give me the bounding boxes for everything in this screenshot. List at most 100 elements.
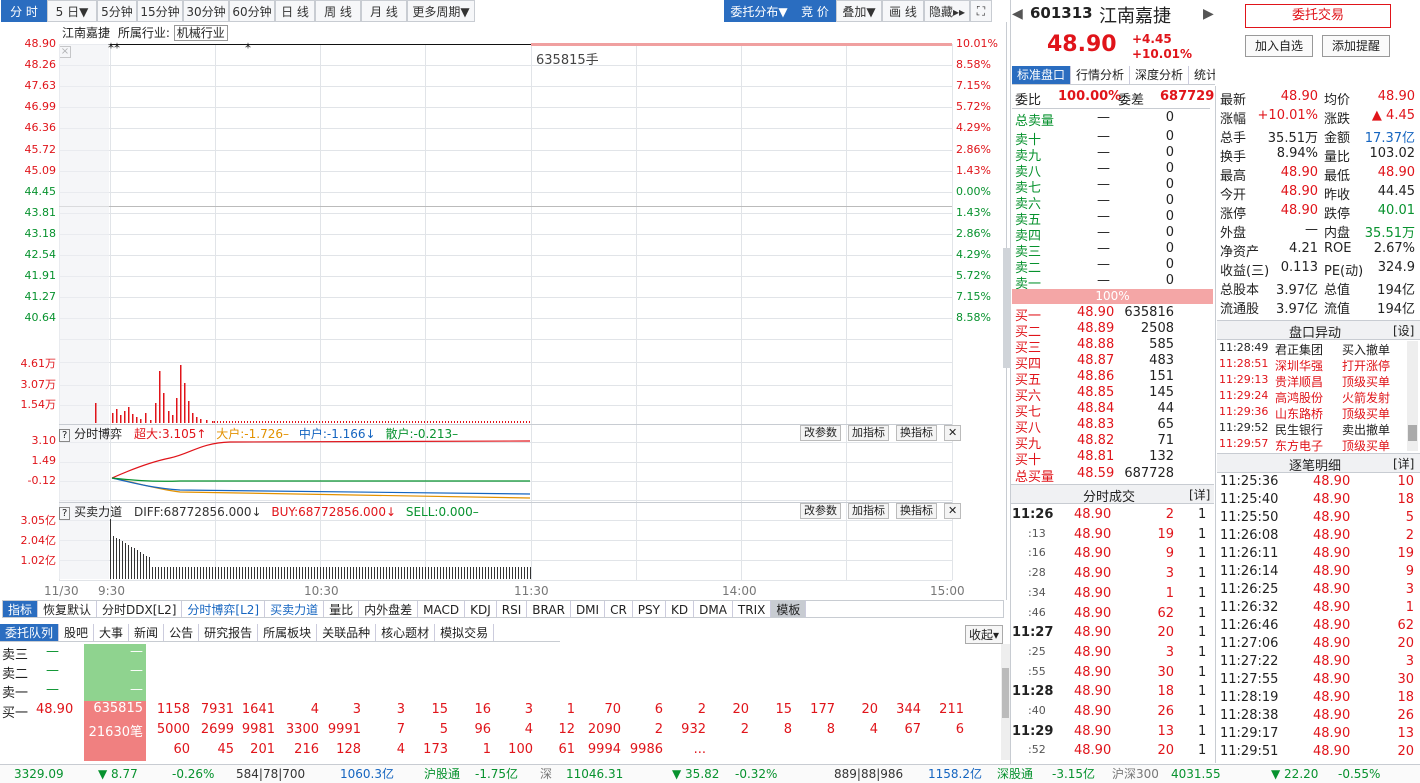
period-tab-0[interactable]: 分 时 — [1, 0, 47, 22]
trade-vol: 3 — [1165, 566, 1174, 582]
volume-bar — [274, 421, 275, 423]
period-tab-9[interactable]: 更多周期▼ — [407, 0, 475, 22]
game-btn-3[interactable]: ✕ — [944, 425, 962, 441]
queue-sell-vol: — — [84, 644, 146, 663]
bottom-tab-0[interactable]: 委托队列 — [0, 624, 60, 641]
help-icon[interactable]: ? — [59, 429, 71, 442]
trades-detail-link[interactable]: [详] — [1189, 486, 1210, 503]
order-tab-3[interactable]: 统计明细 — [1189, 66, 1215, 84]
trade-button[interactable]: 委托交易 — [1245, 4, 1391, 28]
indicator-tab-4[interactable]: 买卖力道 — [265, 601, 325, 617]
anomaly-stock[interactable]: 东方电子 — [1275, 437, 1323, 454]
order-tab-2[interactable]: 深度分析 — [1130, 66, 1190, 84]
game-btn-1[interactable]: 加指标 — [848, 425, 889, 441]
bottom-tab-7[interactable]: 关联品种 — [317, 624, 377, 641]
indicator-tab-0[interactable]: 指标 — [3, 601, 39, 617]
force-btn-3[interactable]: ✕ — [944, 503, 962, 519]
bottom-tab-1[interactable]: 股吧 — [59, 624, 95, 641]
queue-scrollbar-thumb[interactable] — [1002, 668, 1009, 718]
anomaly-settings-link[interactable]: [设] — [1393, 322, 1414, 339]
force-btn-2[interactable]: 换指标 — [896, 503, 937, 519]
force-btn-1[interactable]: 加指标 — [848, 503, 889, 519]
bottom-tab-4[interactable]: 公告 — [164, 624, 200, 641]
bottom-tab-6[interactable]: 所属板块 — [258, 624, 318, 641]
period-tab-2[interactable]: 5分钟 — [97, 0, 137, 22]
bottom-tab-9[interactable]: 模拟交易 — [435, 624, 495, 641]
anomaly-stock[interactable]: 深圳华强 — [1275, 357, 1323, 374]
indicator-tab-16[interactable]: TRIX — [733, 601, 772, 617]
indicator-tab-1[interactable]: 恢复默认 — [38, 601, 98, 617]
queue-order: 173 — [423, 742, 448, 757]
bottom-tab-3[interactable]: 新闻 — [129, 624, 165, 641]
indicator-tab-9[interactable]: RSI — [497, 601, 528, 617]
indicator-tab-8[interactable]: KDJ — [465, 601, 497, 617]
volume-bar — [475, 421, 476, 423]
anomaly-stock[interactable]: 民生银行 — [1275, 421, 1323, 438]
force-bar — [191, 567, 192, 579]
period-tab-5[interactable]: 60分钟 — [229, 0, 275, 22]
force-bar — [314, 567, 315, 579]
help-icon[interactable]: ? — [59, 507, 71, 520]
stat-value: 48.90 — [1377, 165, 1415, 180]
bottom-tab-2[interactable]: 大事 — [94, 624, 130, 641]
force-btn-0[interactable]: 改参数 — [800, 503, 841, 519]
volume-bar — [116, 409, 118, 423]
anomaly-stock[interactable]: 山东路桥 — [1275, 405, 1323, 422]
wc-label: 委差 — [1118, 93, 1145, 108]
volume-bar — [496, 421, 497, 423]
tool-button-5[interactable]: ⛶ — [970, 0, 992, 22]
indicator-tab-6[interactable]: 内外盘差 — [359, 601, 419, 617]
tick-detail-link[interactable]: [详] — [1393, 455, 1414, 472]
order-tab-1[interactable]: 行情分析 — [1071, 66, 1131, 84]
status-item-7: 深 — [540, 767, 553, 781]
bottom-tab-5[interactable]: 研究报告 — [199, 624, 259, 641]
indicator-tab-3[interactable]: 分时博弈[L2] — [182, 601, 266, 617]
force-tick: 3.05亿 — [20, 514, 57, 527]
next-stock-icon[interactable]: ▶ — [1203, 6, 1214, 22]
period-tab-7[interactable]: 周 线 — [315, 0, 361, 22]
bottom-tab-8[interactable]: 核心题材 — [376, 624, 436, 641]
indicator-tab-17[interactable]: 模板 — [771, 601, 807, 617]
volume-bar — [457, 421, 458, 423]
period-tab-6[interactable]: 日 线 — [275, 0, 315, 22]
anomaly-stock[interactable]: 贵洋顺昌 — [1275, 373, 1323, 390]
anomaly-stock[interactable]: 高鸿股份 — [1275, 389, 1323, 406]
trade-price: 48.90 — [1074, 743, 1112, 759]
indicator-tab-14[interactable]: KD — [666, 601, 695, 617]
collapse-button[interactable]: 收起▾ — [965, 625, 1004, 644]
panel-splitter-icon[interactable] — [1003, 248, 1011, 368]
order-tab-0[interactable]: 标准盘口 — [1012, 66, 1072, 84]
tool-button-2[interactable]: 叠加▼ — [836, 0, 882, 22]
tick-vol: 1 — [1405, 600, 1414, 615]
indicator-tab-15[interactable]: DMA — [694, 601, 733, 617]
indicator-tab-12[interactable]: CR — [605, 601, 633, 617]
period-tab-4[interactable]: 30分钟 — [183, 0, 229, 22]
period-tab-1[interactable]: 5 日▼ — [47, 0, 97, 22]
force-bar — [263, 567, 264, 579]
game-btn-2[interactable]: 换指标 — [896, 425, 937, 441]
force-bar — [116, 538, 117, 579]
force-bar — [329, 567, 330, 579]
indicator-tab-13[interactable]: PSY — [633, 601, 666, 617]
indicator-tab-11[interactable]: DMI — [571, 601, 606, 617]
volume-bar — [331, 421, 332, 423]
anomaly-stock[interactable]: 君正集团 — [1275, 341, 1323, 358]
indicator-tab-5[interactable]: 量比 — [324, 601, 360, 617]
indicator-tab-7[interactable]: MACD — [418, 601, 466, 617]
indicator-tab-10[interactable]: BRAR — [527, 601, 571, 617]
add-watchlist-button[interactable]: 加入自选 — [1245, 35, 1313, 57]
sell-level-price: — — [1097, 209, 1110, 224]
period-tab-8[interactable]: 月 线 — [361, 0, 407, 22]
add-alert-button[interactable]: 添加提醒 — [1322, 35, 1390, 57]
period-tab-3[interactable]: 15分钟 — [137, 0, 183, 22]
prev-stock-icon[interactable]: ◀ — [1012, 6, 1023, 22]
stat-label: 最新 — [1220, 93, 1247, 108]
total-buy-price: 48.59 — [1077, 466, 1115, 481]
tool-button-1[interactable]: 竞 价 — [794, 0, 836, 22]
anomaly-scrollbar-thumb[interactable] — [1408, 425, 1417, 441]
tool-button-4[interactable]: 隐藏▸▸ — [924, 0, 970, 22]
game-btn-0[interactable]: 改参数 — [800, 425, 841, 441]
indicator-tab-2[interactable]: 分时DDX[L2] — [97, 601, 183, 617]
tool-button-0[interactable]: 委托分布▼ — [724, 0, 794, 22]
tool-button-3[interactable]: 画 线 — [882, 0, 924, 22]
